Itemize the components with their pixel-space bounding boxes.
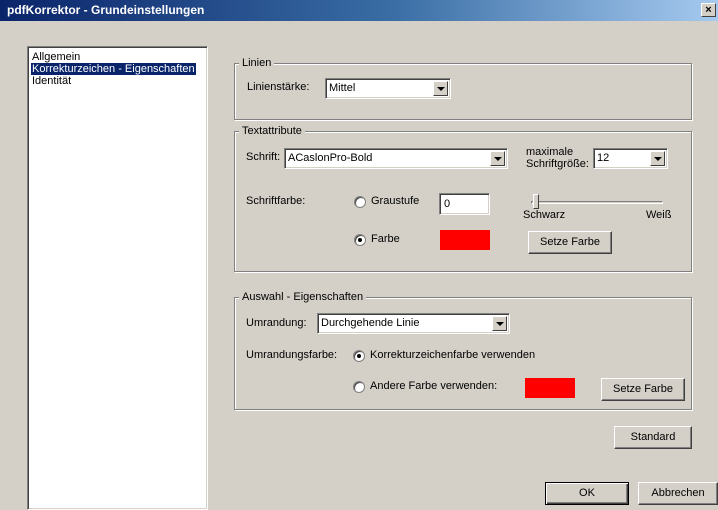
chevron-down-icon[interactable] [490,151,505,166]
graustufe-input[interactable]: 0 [439,193,490,215]
ok-button[interactable]: OK [545,482,629,505]
window-title: pdfKorrektor - Grundeinstellungen [7,3,205,17]
max-size-select[interactable]: 12 [593,148,668,169]
chevron-down-icon[interactable] [650,151,665,166]
slider-right-label: Weiß [646,209,672,221]
max-size-value: 12 [597,152,610,164]
setze-farbe-button-text[interactable]: Setze Farbe [528,231,612,254]
abbrechen-button[interactable]: Abbrechen [638,482,718,505]
andere-farbe-swatch [525,378,575,398]
title-bar[interactable]: pdfKorrektor - Grundeinstellungen × [0,0,718,21]
umrandungsfarbe-label: Umrandungsfarbe: [246,349,338,361]
farbe-label: Farbe [371,233,400,245]
linienstaerke-label: Linienstärke: [247,81,310,93]
category-list[interactable]: Allgemein Korrekturzeichen - Eigenschaft… [27,46,208,510]
standard-button[interactable]: Standard [614,426,692,449]
graustufe-value: 0 [444,198,451,210]
schriftfarbe-label: Schriftfarbe: [246,195,306,207]
farbe-swatch [440,230,490,250]
auswahl-legend: Auswahl - Eigenschaften [239,291,367,303]
korrektur-farbe-label: Korrekturzeichenfarbe verwenden [370,349,536,361]
schrift-label: Schrift: [246,151,281,163]
graustufe-radio[interactable] [354,196,366,208]
textattribute-legend: Textattribute [239,125,305,137]
linienstaerke-value: Mittel [329,82,356,94]
schrift-select[interactable]: ACaslonPro-Bold [284,148,508,169]
slider-left-label: Schwarz [523,209,566,221]
umrandung-label: Umrandung: [246,317,307,329]
chevron-down-icon[interactable] [492,316,507,331]
andere-farbe-radio[interactable] [353,381,365,393]
max-size-label-line2: Schriftgröße: [526,158,589,170]
max-size-label-line1: maximale [526,146,574,158]
list-item-identitaet[interactable]: Identität [31,75,72,87]
setze-farbe-button-auswahl[interactable]: Setze Farbe [601,378,685,401]
chevron-down-icon[interactable] [433,81,448,96]
graustufe-slider-track[interactable] [531,201,663,204]
close-icon[interactable]: × [701,3,716,17]
schrift-value: ACaslonPro-Bold [288,152,373,164]
graustufe-label: Graustufe [371,195,420,207]
umrandung-value: Durchgehende Linie [321,317,420,329]
linien-legend: Linien [239,57,275,69]
andere-farbe-label: Andere Farbe verwenden: [370,380,498,392]
korrektur-farbe-radio[interactable] [353,350,365,362]
farbe-radio[interactable] [354,234,366,246]
umrandung-select[interactable]: Durchgehende Linie [317,313,510,334]
list-item-korrekturzeichen-eigenschaften[interactable]: Korrekturzeichen - Eigenschaften [31,63,196,75]
graustufe-slider-handle[interactable] [533,194,539,209]
list-item-allgemein[interactable]: Allgemein [31,51,81,63]
linienstaerke-select[interactable]: Mittel [325,78,451,99]
